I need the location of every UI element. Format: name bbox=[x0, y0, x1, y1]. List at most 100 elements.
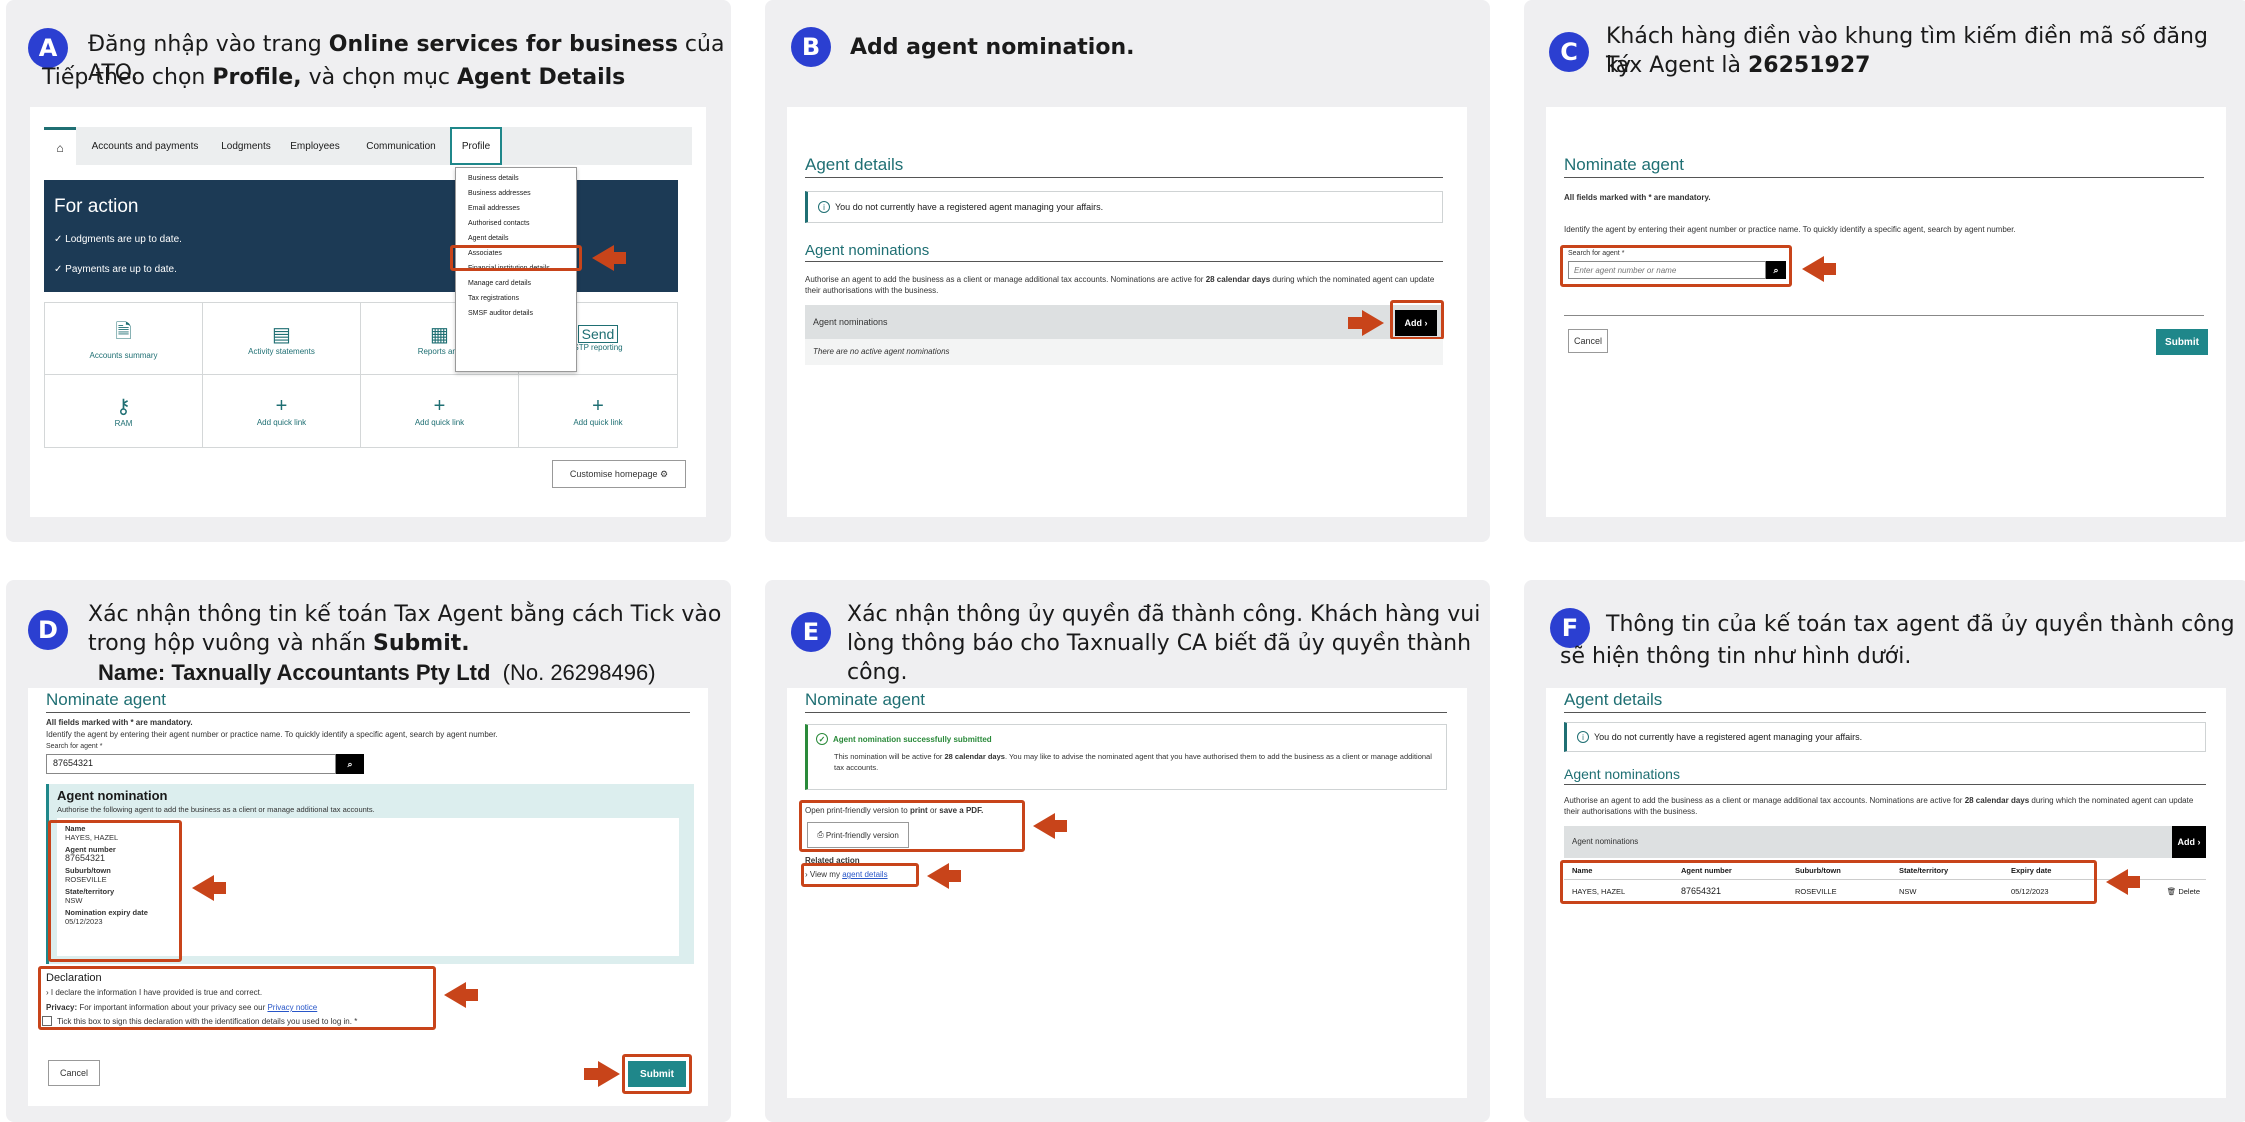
customise-homepage-button[interactable]: Customise homepage ⚙ bbox=[552, 460, 686, 488]
arrow-icon bbox=[1802, 256, 1836, 282]
nav-communication[interactable]: Communication bbox=[352, 141, 450, 152]
arrow-icon bbox=[2106, 869, 2140, 895]
arrow-icon bbox=[927, 863, 961, 889]
clipboard-icon: ▦ bbox=[430, 323, 449, 346]
step-c-instruction-2: Tax Agent là 26251927 bbox=[1606, 53, 1871, 78]
cancel-button[interactable]: Cancel bbox=[1568, 329, 1608, 353]
search-button[interactable]: ⌕ bbox=[336, 754, 364, 774]
for-action-banner: For action ✓ Lodgments are up to date. ✓… bbox=[44, 180, 678, 292]
highlight-add bbox=[1390, 300, 1444, 340]
step-badge-c: C bbox=[1549, 32, 1589, 72]
cancel-button[interactable]: Cancel bbox=[48, 1060, 100, 1086]
highlight-agent-info bbox=[48, 820, 182, 962]
statement-icon: ▤ bbox=[272, 323, 291, 346]
quick-links-grid: 🗎 Accounts summary ▤ Activity statements ▦… bbox=[44, 302, 678, 448]
info-icon: i bbox=[1577, 731, 1589, 743]
nav-accounts[interactable]: Accounts and payments bbox=[76, 141, 214, 152]
arrow-icon bbox=[1348, 310, 1384, 336]
top-nav: ⌂ Accounts and payments Lodgments Employ… bbox=[44, 127, 692, 165]
bar-label: Agent nominations bbox=[1572, 837, 1639, 846]
agent-details-title: Agent details bbox=[805, 155, 1443, 178]
menu-smsf-auditor[interactable]: SMSF auditor details bbox=[456, 306, 576, 321]
banner-title: For action bbox=[54, 196, 139, 217]
step-badge-e: E bbox=[791, 612, 831, 652]
highlight-search bbox=[1560, 245, 1792, 287]
tile-activity-statements[interactable]: ▤ Activity statements bbox=[203, 303, 361, 375]
banner-line-2: ✓ Payments are up to date. bbox=[54, 264, 177, 275]
info-box: i You do not currently have a registered … bbox=[805, 191, 1443, 223]
nominations-bar: Agent nominations bbox=[1564, 826, 2172, 858]
menu-manage-card[interactable]: Manage card details bbox=[456, 276, 576, 291]
mandatory-note: All fields marked with * are mandatory. bbox=[46, 718, 193, 727]
submit-button[interactable]: Submit bbox=[2156, 329, 2208, 355]
plus-icon: + bbox=[592, 395, 604, 417]
step-badge-a: A bbox=[28, 28, 68, 68]
step-e-instruction-2: lòng thông báo cho Taxnually CA biết đã … bbox=[847, 631, 1472, 656]
nominations-desc: Authorise an agent to add the business a… bbox=[1564, 796, 2194, 816]
document-icon: 🗎 bbox=[115, 321, 132, 343]
agent-nominations-title: Agent nominations bbox=[805, 242, 1443, 262]
success-desc: This nomination will be active for 28 ca… bbox=[834, 752, 1432, 772]
highlight-related bbox=[801, 863, 919, 887]
arrow-icon bbox=[592, 245, 626, 271]
trash-icon: 🗑 bbox=[2166, 886, 2177, 896]
mandatory-note: All fields marked with * are mandatory. bbox=[1564, 193, 1711, 202]
nav-employees[interactable]: Employees bbox=[278, 141, 352, 152]
menu-business-addresses[interactable]: Business addresses bbox=[456, 186, 576, 201]
step-badge-b: B bbox=[791, 27, 831, 67]
step-d-panel: D Xác nhận thông tin kế toán Tax Agent b… bbox=[6, 580, 731, 1122]
step-d-instruction-2: trong hộp vuông và nhấn Submit. bbox=[88, 631, 470, 656]
identify-text: Identify the agent by entering their age… bbox=[1564, 225, 2016, 234]
plus-icon: + bbox=[275, 395, 288, 417]
menu-business-details[interactable]: Business details bbox=[456, 171, 576, 186]
nav-profile[interactable]: Profile bbox=[450, 127, 502, 165]
step-d-agent-name: Name: Taxnually Accountants Pty Ltd (No.… bbox=[98, 660, 656, 685]
step-f-panel: F Thông tin của kế toán tax agent đã ủy … bbox=[1524, 580, 2245, 1122]
step-f-instruction-2: sẽ hiện thông tin như hình dưới. bbox=[1560, 644, 1912, 669]
step-e-instruction-3: công. bbox=[847, 660, 908, 685]
nominate-agent-title: Nominate agent bbox=[805, 690, 1447, 713]
nominate-agent-title: Nominate agent bbox=[46, 690, 690, 713]
step-f-instruction: Thông tin của kế toán tax agent đã ủy qu… bbox=[1606, 612, 2235, 637]
step-d-screenshot: Nominate agent All fields marked with * … bbox=[28, 688, 708, 1106]
plus-icon: + bbox=[433, 395, 446, 417]
search-icon: ⌕ bbox=[347, 758, 353, 769]
menu-email-addresses[interactable]: Email addresses bbox=[456, 201, 576, 216]
menu-agent-details[interactable]: Agent details bbox=[456, 231, 576, 246]
delete-button[interactable]: 🗑 Delete bbox=[2167, 887, 2206, 896]
send-icon: Send bbox=[577, 325, 619, 343]
step-e-panel: E Xác nhận thông ủy quyền đã thành công.… bbox=[765, 580, 1490, 1122]
bar-label: Agent nominations bbox=[813, 317, 888, 327]
tile-add-quick-link-2[interactable]: + Add quick link bbox=[361, 375, 519, 447]
highlight-nomination-row bbox=[1560, 860, 2097, 904]
step-badge-d: D bbox=[28, 610, 68, 650]
arrow-icon bbox=[192, 875, 226, 901]
tile-add-quick-link-3[interactable]: + Add quick link bbox=[519, 375, 677, 447]
step-a-instruction-2: Tiếp theo chọn Profile, và chọn mục Agen… bbox=[42, 65, 626, 90]
tile-accounts-summary[interactable]: 🗎 Accounts summary bbox=[45, 303, 203, 375]
tile-ram[interactable]: ⚷ RAM bbox=[45, 375, 203, 447]
menu-tax-registrations[interactable]: Tax registrations bbox=[456, 291, 576, 306]
step-f-screenshot: Agent details i You do not currently have… bbox=[1546, 688, 2226, 1098]
arrow-icon bbox=[584, 1061, 620, 1087]
step-c-panel: C Khách hàng điền vào khung tìm kiếm điề… bbox=[1524, 0, 2245, 542]
nomination-desc: Authorise the following agent to add the… bbox=[57, 805, 375, 814]
step-e-screenshot: Nominate agent ✓ Agent nomination success… bbox=[787, 688, 1467, 1098]
step-c-screenshot: Nominate agent All fields marked with * … bbox=[1546, 107, 2226, 517]
step-e-instruction: Xác nhận thông ủy quyền đã thành công. K… bbox=[847, 602, 1481, 627]
arrow-icon bbox=[1033, 813, 1067, 839]
identify-text: Identify the agent by entering their age… bbox=[46, 730, 498, 739]
menu-authorised-contacts[interactable]: Authorised contacts bbox=[456, 216, 576, 231]
add-button[interactable]: Add › bbox=[2172, 826, 2206, 858]
step-a-screenshot: ⌂ Accounts and payments Lodgments Employ… bbox=[30, 107, 706, 517]
nominate-agent-title: Nominate agent bbox=[1564, 155, 2204, 178]
banner-line-1: ✓ Lodgments are up to date. bbox=[54, 234, 182, 245]
info-icon: i bbox=[818, 201, 830, 213]
nav-lodgments[interactable]: Lodgments bbox=[214, 141, 278, 152]
tile-add-quick-link-1[interactable]: + Add quick link bbox=[203, 375, 361, 447]
empty-nominations: There are no active agent nominations bbox=[805, 339, 1443, 365]
agent-nominations-title: Agent nominations bbox=[1564, 766, 2206, 785]
home-icon[interactable]: ⌂ bbox=[44, 127, 76, 165]
highlight-declaration bbox=[38, 966, 436, 1030]
search-input[interactable]: 87654321 bbox=[46, 754, 336, 774]
